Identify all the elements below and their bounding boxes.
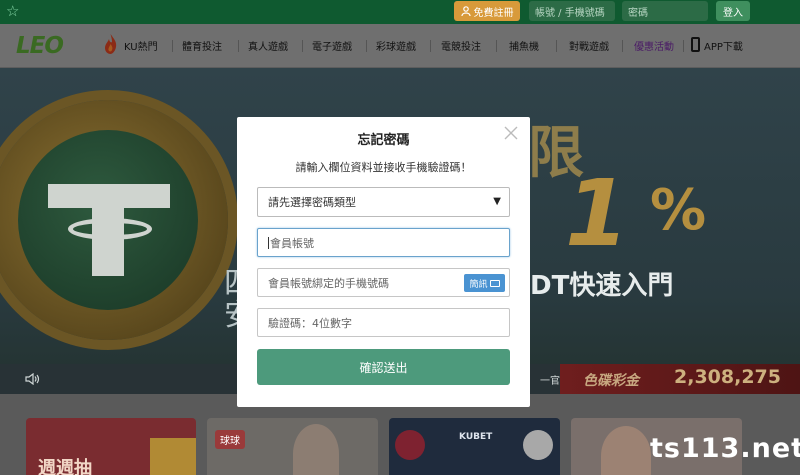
flame-icon [105, 34, 117, 54]
forgot-password-dialog: 忘記密碼 請輸入欄位資料並接收手機驗證碼！ 請先選擇密碼類型 ▼ 會員帳號 會員… [237, 117, 530, 407]
verification-code-input[interactable]: 驗證碼：4位數字 [257, 308, 510, 337]
nav-divider [556, 40, 557, 52]
confirm-submit-button[interactable]: 確認送出 [257, 349, 510, 385]
register-button[interactable]: 免費註冊 [454, 1, 520, 21]
select-value: 請先選擇密碼類型 [268, 196, 356, 209]
password-type-select[interactable]: 請先選擇密碼類型 ▼ [257, 187, 510, 217]
nav-divider [302, 40, 303, 52]
promo-seal-graphic [150, 438, 196, 475]
dropdown-arrow-icon: ▼ [493, 196, 501, 207]
nav-item-app-download[interactable]: APP下載 [704, 38, 743, 53]
nav-divider [238, 40, 239, 52]
team-crest-icon [395, 430, 425, 460]
promo-card-title: 週週抽 [38, 458, 92, 475]
phone-number-input[interactable]: 會員帳號綁定的手機號碼 簡訊 [257, 268, 510, 297]
nav-divider [496, 40, 497, 52]
hero-big-number: 1 [565, 160, 630, 267]
promo-card-portrait [601, 426, 651, 475]
phone-number-placeholder: 會員帳號綁定的手機號碼 [268, 276, 389, 290]
favorite-star-icon[interactable]: ☆ [6, 2, 19, 20]
password-placeholder: 密碼 [628, 7, 648, 19]
nav-divider [683, 40, 684, 52]
main-nav: LEO KU熱門 體育投注 真人遊戲 電子遊戲 彩球遊戲 電競投注 捕魚機 對戰… [0, 24, 800, 68]
nav-item-esports[interactable]: 電競投注 [441, 38, 481, 53]
promo-card[interactable]: KUBET [389, 418, 560, 475]
password-input[interactable]: 密碼 [622, 1, 708, 21]
promo-card-tag: 球球 [215, 430, 245, 449]
tether-coin-graphic [0, 100, 228, 340]
nav-item-fishing[interactable]: 捕魚機 [509, 38, 539, 53]
promo-card-brand: KUBET [459, 432, 493, 442]
account-placeholder: 帳號 / 手機號碼 [535, 7, 605, 19]
hero-percent: % [650, 178, 707, 243]
nav-divider [172, 40, 173, 52]
jackpot-value: 2,308,275 [674, 366, 781, 388]
tether-logo-stem [92, 184, 124, 276]
logo-text: LEO [16, 33, 64, 59]
send-sms-button[interactable]: 簡訊 [464, 274, 505, 292]
promo-card[interactable]: 週週抽 [26, 418, 196, 475]
nav-divider [366, 40, 367, 52]
nav-item-slots[interactable]: 電子遊戲 [312, 38, 352, 53]
dialog-description: 請輸入欄位資料並接收手機驗證碼！ [295, 161, 472, 174]
speaker-icon[interactable] [25, 373, 41, 385]
nav-item-battle-games[interactable]: 對戰遊戲 [569, 38, 609, 53]
register-label: 免費註冊 [473, 7, 514, 19]
top-bar: ☆ 免費註冊 帳號 / 手機號碼 密碼 登入 [0, 0, 800, 24]
account-input[interactable]: 帳號 / 手機號碼 [529, 1, 615, 21]
promo-card-portrait [293, 424, 339, 475]
site-watermark: ts113.net [650, 433, 800, 464]
promo-card[interactable]: 球球 [207, 418, 378, 475]
jackpot-label: 色碟彩金 [583, 373, 639, 389]
nav-item-promotions[interactable]: 優惠活動 [634, 38, 674, 53]
user-icon [460, 6, 471, 16]
nav-item-ku-hot[interactable]: KU熱門 [124, 38, 158, 53]
message-icon [489, 279, 500, 287]
text-cursor [268, 236, 269, 249]
member-account-input[interactable]: 會員帳號 [257, 228, 510, 257]
sms-label: 簡訊 [469, 279, 488, 290]
dialog-title: 忘記密碼 [357, 133, 410, 148]
nav-item-sports[interactable]: 體育投注 [182, 38, 222, 53]
close-icon[interactable] [503, 125, 519, 141]
phone-icon [691, 37, 700, 52]
login-button[interactable]: 登入 [716, 1, 750, 21]
nav-divider [430, 40, 431, 52]
verification-code-placeholder: 驗證碼：4位數字 [268, 316, 352, 330]
nav-item-lottery[interactable]: 彩球遊戲 [376, 38, 416, 53]
team-crest-icon [523, 430, 553, 460]
nav-divider [622, 40, 623, 52]
nav-item-live-casino[interactable]: 真人遊戲 [248, 38, 288, 53]
hero-subtitle: DT快速入門 [530, 270, 674, 301]
member-account-placeholder: 會員帳號 [270, 236, 314, 250]
site-logo[interactable]: LEO [16, 33, 64, 59]
